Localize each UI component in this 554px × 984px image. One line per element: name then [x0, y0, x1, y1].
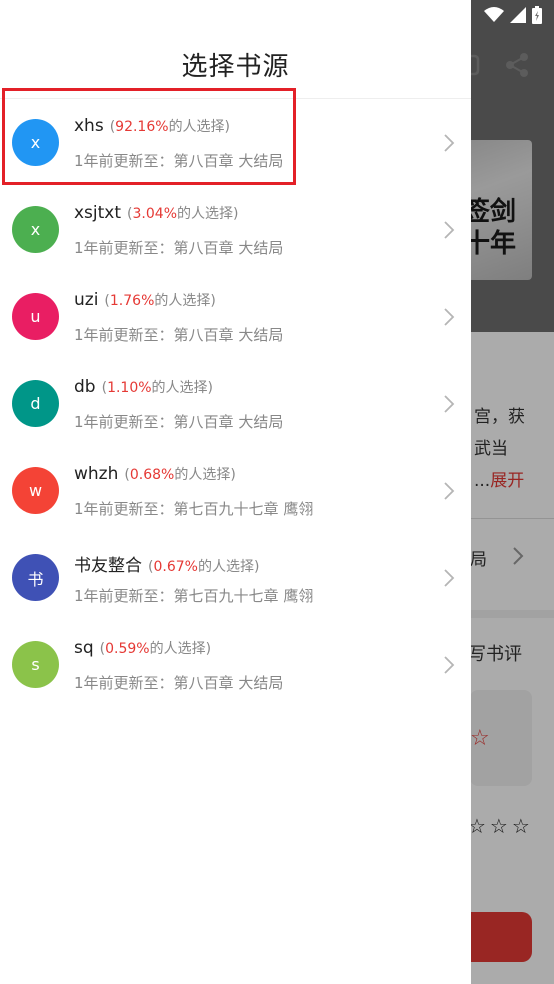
source-percent: 0.67% — [153, 559, 198, 575]
highlight-annotation-box — [2, 88, 296, 185]
source-update-info: 1年前更新至：第八百章 大结局 — [74, 413, 284, 431]
battery-icon — [532, 6, 542, 24]
status-bar — [484, 4, 542, 26]
source-name-line: db (1.10%的人选择) — [74, 377, 213, 397]
source-percent: 1.10% — [107, 380, 152, 396]
chevron-right-icon — [444, 482, 455, 500]
source-percent-suffix: 的人选择) — [177, 206, 239, 222]
source-name-line: xsjtxt (3.04%的人选择) — [74, 203, 238, 223]
source-row-sq[interactable]: s sq (0.59%的人选择) 1年前更新至：第八百章 大结局 — [0, 622, 471, 709]
drawer-title: 选择书源 — [181, 52, 290, 82]
chevron-right-icon — [444, 569, 455, 587]
source-name: db — [74, 377, 96, 397]
source-name-line: uzi (1.76%的人选择) — [74, 290, 216, 310]
chevron-right-icon — [444, 221, 455, 239]
source-update-info: 1年前更新至：第七百九十七章 鹰翎 — [74, 587, 314, 605]
avatar-letter: 书 — [27, 569, 44, 589]
source-row-whzh[interactable]: w whzh (0.68%的人选择) 1年前更新至：第七百九十七章 鹰翎 — [0, 448, 471, 535]
source-percent: 3.04% — [132, 206, 177, 222]
source-name: sq — [74, 638, 94, 658]
chevron-right-icon — [444, 656, 455, 674]
source-share: (0.68%的人选择) — [124, 467, 235, 483]
avatar-letter: x — [30, 220, 41, 239]
source-share: (0.59%的人选择) — [100, 641, 211, 657]
source-name-line: 书友整合 (0.67%的人选择) — [74, 551, 259, 576]
source-percent: 0.68% — [129, 467, 175, 483]
source-row-xsjtxt[interactable]: x xsjtxt (3.04%的人选择) 1年前更新至：第八百章 大结局 — [0, 187, 471, 274]
source-share: (3.04%的人选择) — [127, 206, 238, 222]
signal-icon — [510, 7, 526, 23]
source-share: (1.10%的人选择) — [102, 380, 213, 396]
source-name-line: whzh (0.68%的人选择) — [74, 464, 236, 484]
source-percent-suffix: 的人选择) — [197, 559, 260, 575]
source-name: whzh — [74, 464, 119, 484]
source-percent: 0.59% — [105, 641, 150, 657]
source-avatar: w — [12, 467, 59, 514]
source-percent-suffix: 的人选择) — [149, 641, 212, 657]
source-update-info: 1年前更新至：第八百章 大结局 — [74, 674, 284, 692]
source-update-info: 1年前更新至：第八百章 大结局 — [74, 239, 284, 257]
source-avatar: x — [12, 206, 59, 253]
source-update-info: 1年前更新至：第七百九十七章 鹰翎 — [74, 500, 314, 518]
avatar-letter: w — [28, 481, 43, 500]
avatar-letter: d — [30, 394, 41, 413]
source-percent-suffix: 的人选择) — [151, 380, 214, 396]
avatar-letter: u — [30, 307, 41, 326]
source-percent: 1.76% — [109, 293, 155, 309]
source-row-uzi[interactable]: u uzi (1.76%的人选择) 1年前更新至：第八百章 大结局 — [0, 274, 471, 361]
source-percent-suffix: 的人选择) — [174, 467, 236, 483]
wifi-icon — [484, 7, 504, 22]
source-name: uzi — [74, 290, 99, 310]
source-share: (0.67%的人选择) — [148, 559, 259, 575]
source-name: 书友整合 — [74, 556, 142, 576]
source-avatar: 书 — [12, 554, 59, 601]
source-picker-drawer: 选择书源 x xhs (92.16%的人选择) 1年前更新至：第八百章 大结局 x… — [0, 0, 471, 984]
source-avatar: u — [12, 293, 59, 340]
source-row-书友整合[interactable]: 书 书友整合 (0.67%的人选择) 1年前更新至：第七百九十七章 鹰翎 — [0, 535, 471, 622]
source-name: xsjtxt — [74, 203, 122, 223]
source-avatar: s — [12, 641, 59, 688]
avatar-letter: s — [31, 655, 40, 674]
source-share: (1.76%的人选择) — [104, 293, 215, 309]
source-update-info: 1年前更新至：第八百章 大结局 — [74, 326, 284, 344]
chevron-right-icon — [444, 395, 455, 413]
source-row-db[interactable]: d db (1.10%的人选择) 1年前更新至：第八百章 大结局 — [0, 361, 471, 448]
source-list: x xhs (92.16%的人选择) 1年前更新至：第八百章 大结局 x xsjt… — [0, 100, 471, 709]
source-percent-suffix: 的人选择) — [154, 293, 216, 309]
source-avatar: d — [12, 380, 59, 427]
source-name-line: sq (0.59%的人选择) — [74, 638, 211, 658]
chevron-right-icon — [444, 134, 455, 152]
chevron-right-icon — [444, 308, 455, 326]
